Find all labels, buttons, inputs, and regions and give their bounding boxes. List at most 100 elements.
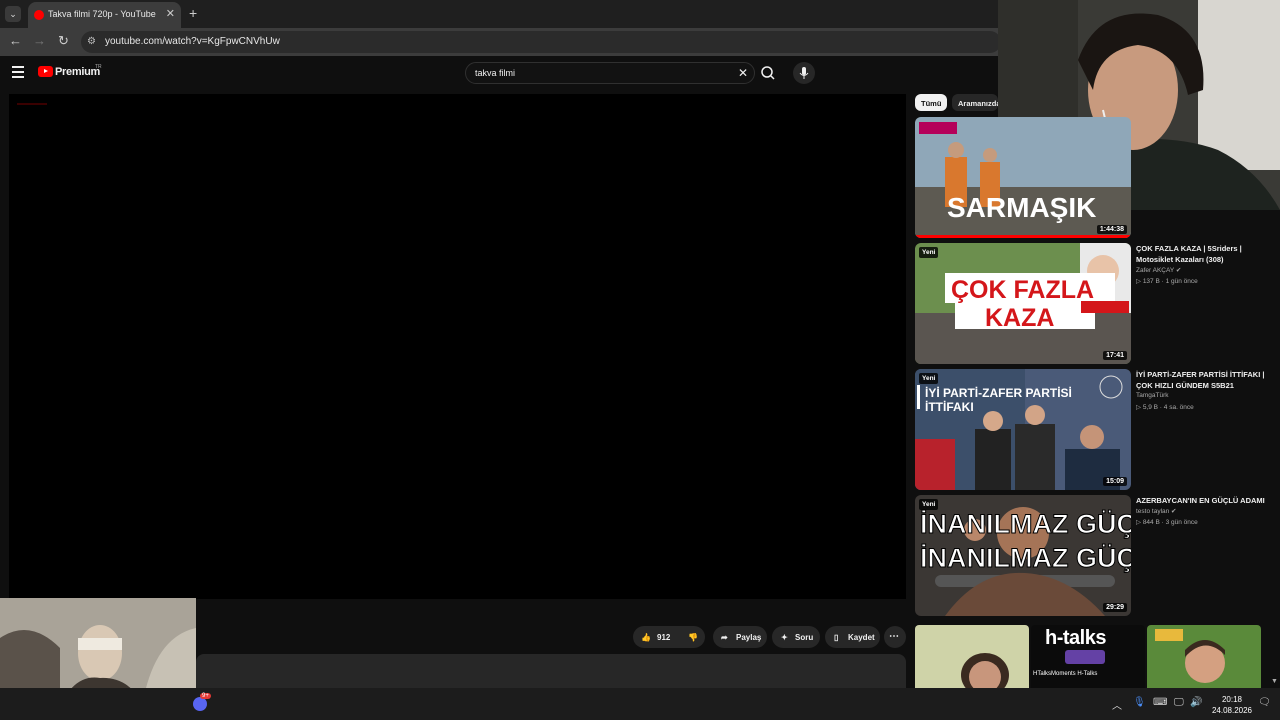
search-query: takva filmi — [475, 68, 516, 78]
dislike-icon[interactable]: 👎 — [688, 633, 698, 642]
keyboard-icon[interactable]: ⌨ — [1153, 697, 1167, 708]
back-icon[interactable]: ← — [9, 33, 22, 48]
clock[interactable]: 20:18 24.08.2026 — [1208, 694, 1256, 716]
svg-text:İNANILMAZ GÜÇ: İNANILMAZ GÜÇ — [920, 509, 1131, 539]
thumbnail-image: İNANILMAZ GÜÇ İNANILMAZ GÜÇ — [915, 495, 1131, 616]
svg-text:KAZA: KAZA — [985, 304, 1054, 332]
duration-badge: 1:44:38 — [1096, 225, 1127, 234]
upload-age: 3 gün önce — [1165, 519, 1198, 526]
notification-badge: 9+ — [200, 693, 211, 699]
microphone-icon — [799, 67, 809, 79]
menu-icon[interactable] — [12, 66, 24, 81]
forward-icon[interactable]: → — [33, 33, 46, 48]
logo-region: TR — [95, 64, 102, 70]
video-meta: ▷ 5,9 B · 4 sa. önce — [1136, 404, 1194, 411]
share-icon: ➦ — [721, 633, 728, 642]
tab-close-icon[interactable]: ✕ — [166, 7, 175, 20]
browser-tab[interactable]: Takva filmi 720p - YouTube ✕ — [28, 2, 181, 28]
short-thumbnail[interactable]: h-talks HTalksMoments H-Talks — [1031, 625, 1145, 688]
like-icon[interactable]: 👍 — [641, 633, 651, 642]
video-thumbnail[interactable]: İYİ PARTİ-ZAFER PARTİSİ İTTİFAKI Yeni 15… — [915, 369, 1131, 490]
notifications-icon[interactable]: 🗨 — [1258, 697, 1271, 708]
discord-icon[interactable] — [193, 697, 207, 711]
view-count: 137 B — [1142, 278, 1160, 285]
date: 24.08.2026 — [1211, 706, 1253, 715]
description-box[interactable] — [196, 654, 906, 688]
video-thumbnail[interactable]: SARMAŞIK 1:44:38 — [915, 117, 1131, 238]
new-badge: Yeni — [919, 247, 939, 258]
bookmark-icon: ▯ — [834, 633, 839, 642]
video-player[interactable] — [9, 94, 906, 599]
upload-age: 4 sa. önce — [1163, 404, 1194, 411]
twitch-logo-icon — [1065, 650, 1105, 664]
channel-name[interactable]: Zafer AKÇAY ✔ — [1136, 266, 1181, 274]
channel-name[interactable]: TamgaTürk — [1136, 392, 1169, 399]
duration-badge: 15:09 — [1103, 477, 1127, 486]
thumbnail-image — [1147, 625, 1261, 688]
thumbnail-image: SARMAŞIK — [915, 117, 1131, 238]
tab-search-button[interactable]: ⌄ — [5, 6, 21, 22]
search-input[interactable]: takva filmi ✕ — [465, 62, 755, 84]
svg-text:ÇOK FAZLA: ÇOK FAZLA — [951, 276, 1094, 304]
clear-search-icon[interactable]: ✕ — [738, 66, 748, 80]
share-label: Paylaş — [736, 633, 762, 642]
chip-search-related[interactable]: Aramanızda — [952, 94, 998, 111]
save-label: Kaydet — [848, 633, 875, 642]
site-info-icon[interactable]: ⚙ — [87, 36, 96, 47]
more-icon: ⋯ — [889, 631, 899, 642]
new-badge: Yeni — [919, 499, 939, 510]
thumb-text: SARMAŞIK — [947, 192, 1096, 223]
save-button[interactable]: ▯ Kaydet — [825, 626, 880, 648]
svg-text:İTTİFAKI: İTTİFAKI — [925, 399, 974, 414]
thumbnail-image: İYİ PARTİ-ZAFER PARTİSİ İTTİFAKI — [915, 369, 1131, 490]
taskbar: 9+ ︿ 🎙 ⌨ 🖵 🔊 20:18 24.08.2026 🗨 — [0, 688, 1280, 720]
video-title[interactable]: AZERBAYCAN'IN EN GÜÇLÜ ADAMI — [1136, 495, 1271, 506]
time: 20:18 — [1221, 695, 1243, 704]
short-thumbnail[interactable] — [1147, 625, 1261, 688]
ask-button[interactable]: ✦ Soru — [772, 626, 820, 648]
reload-icon[interactable]: ↻ — [58, 33, 69, 49]
thumb-text: İNANILMAZ GÜÇ — [920, 543, 1131, 573]
like-count[interactable]: 912 — [657, 633, 670, 642]
youtube-favicon-icon — [34, 10, 44, 20]
url-input[interactable]: ⚙ youtube.com/watch?v=KgFpwCNVhUw — [81, 31, 1001, 53]
channel-name[interactable]: testo taylan ✔ — [1136, 507, 1177, 515]
htalks-subtitle: HTalksMoments H-Talks — [1033, 671, 1098, 677]
duration-badge: 17:41 — [1103, 351, 1127, 360]
search-button[interactable] — [757, 62, 779, 84]
thumbnail-image: ÇOK FAZLA KAZA — [915, 243, 1131, 364]
like-dislike-group: 👍 912 👎 — [633, 626, 705, 648]
voice-search-button[interactable] — [793, 62, 815, 84]
view-count: 844 B — [1142, 519, 1160, 526]
url-text: youtube.com/watch?v=KgFpwCNVhUw — [105, 36, 280, 47]
video-meta: ▷ 137 B · 1 gün önce — [1136, 278, 1198, 285]
view-count: 5,9 B — [1142, 404, 1158, 411]
thumbnail-image — [915, 625, 1029, 688]
video-meta: ▷ 844 B · 3 gün önce — [1136, 519, 1198, 526]
volume-icon[interactable]: 🔊 — [1190, 697, 1202, 708]
scroll-down-arrow-icon[interactable]: ▼ — [1271, 678, 1278, 685]
duration-badge: 29:29 — [1103, 603, 1127, 612]
htalks-title: h-talks — [1045, 627, 1106, 649]
mic-tray-icon[interactable]: 🎙 — [1133, 697, 1146, 708]
video-thumbnail[interactable]: İNANILMAZ GÜÇ İNANILMAZ GÜÇ Yeni 29:29 — [915, 495, 1131, 616]
video-title[interactable]: ÇOK FAZLA KAZA | 5Sriders | Motosiklet K… — [1136, 243, 1271, 265]
svg-text:İYİ PARTİ-ZAFER PARTİSİ: İYİ PARTİ-ZAFER PARTİSİ — [925, 385, 1072, 400]
sparkle-icon: ✦ — [781, 633, 788, 642]
player-progress-bar[interactable] — [17, 103, 47, 105]
logo-text[interactable]: Premium — [55, 66, 100, 78]
share-button[interactable]: ➦ Paylaş — [713, 626, 767, 648]
new-badge: Yeni — [919, 373, 939, 384]
chip-all[interactable]: Tümü — [915, 94, 948, 111]
tab-title: Takva filmi 720p - YouTube — [48, 9, 156, 19]
tray-expand-icon[interactable]: ︿ — [1112, 697, 1122, 712]
youtube-logo-icon[interactable] — [38, 66, 53, 77]
network-icon[interactable]: 🖵 — [1174, 697, 1184, 708]
video-thumbnail[interactable]: ÇOK FAZLA KAZA Yeni 17:41 — [915, 243, 1131, 364]
new-tab-button[interactable]: + — [189, 5, 197, 21]
ask-label: Soru — [795, 633, 814, 642]
upload-age: 1 gün önce — [1165, 278, 1198, 285]
video-title[interactable]: İYİ PARTİ-ZAFER PARTİSİ İTTİFAKI | ÇOK H… — [1136, 369, 1271, 391]
short-thumbnail[interactable] — [915, 625, 1029, 688]
more-actions-button[interactable]: ⋯ — [884, 626, 906, 648]
